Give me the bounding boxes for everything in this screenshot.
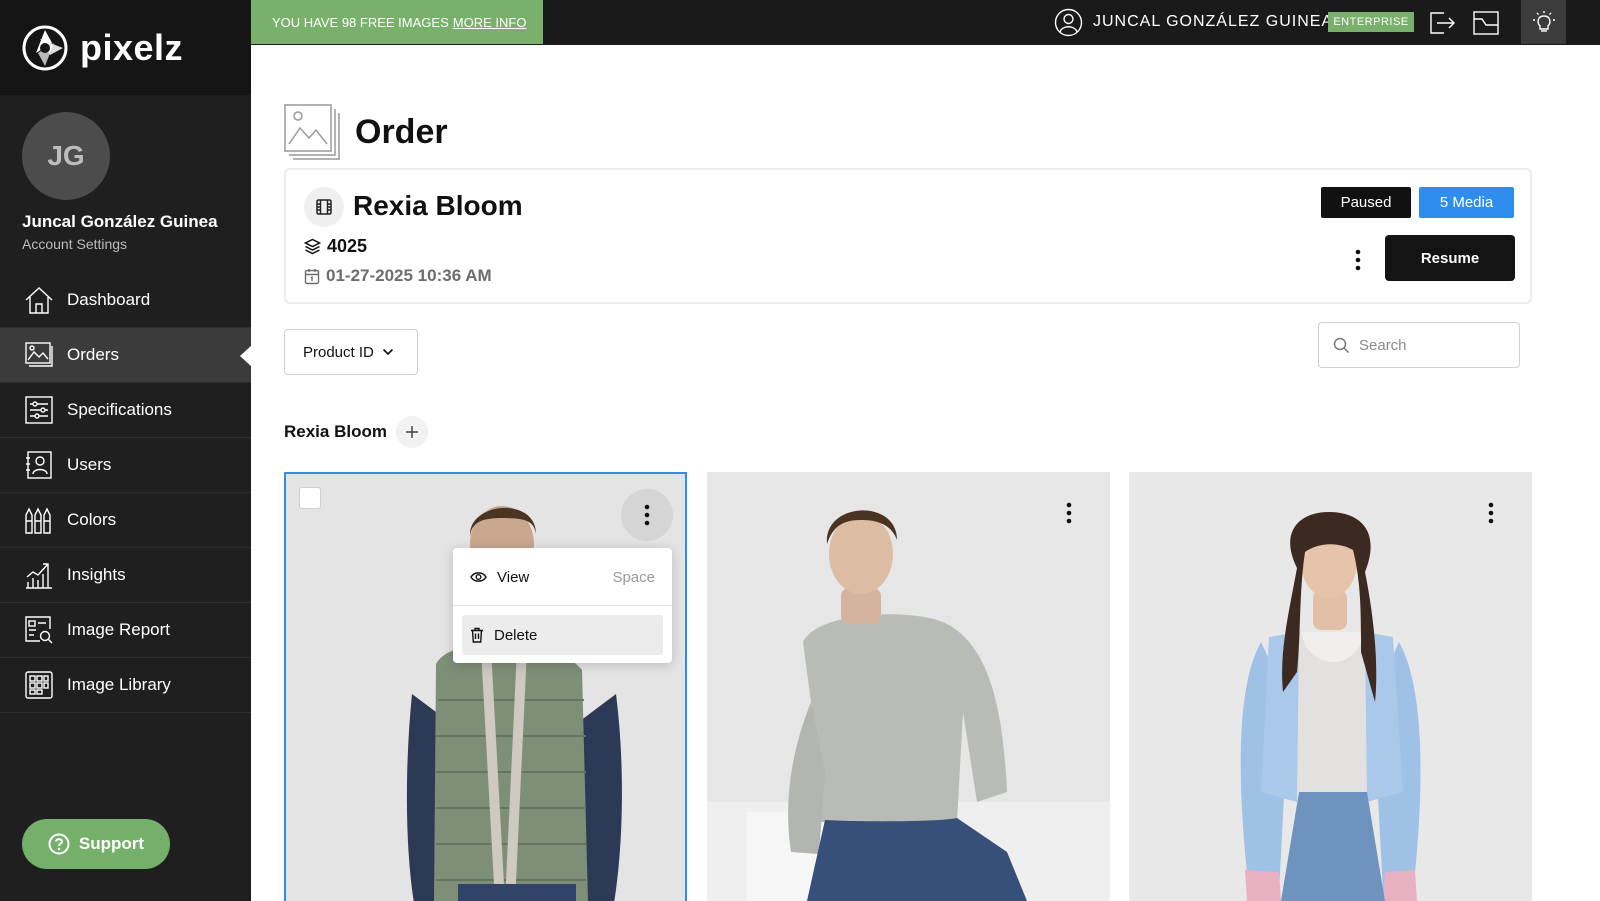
insights-icon [26,563,52,589]
context-menu-delete[interactable]: Delete [462,615,663,655]
inbox-icon[interactable] [1471,8,1501,38]
order-type-badge [304,187,344,227]
order-date: 01-27-2025 10:36 AM [304,266,492,286]
media-context-menu: View Space Delete [453,548,672,663]
product-id-filter[interactable]: Product ID [284,329,418,375]
context-menu-view-label: View [497,568,530,586]
chevron-down-icon [382,348,393,356]
order-images-icon [284,104,340,160]
layers-icon [304,238,321,255]
media-more-button[interactable] [1043,487,1095,539]
sidebar-item-label: Colors [67,510,117,529]
product-photo [286,474,685,901]
order-count: 4025 [304,236,367,257]
media-count-badge: 5 Media [1419,187,1514,218]
resume-button[interactable]: Resume [1385,235,1515,281]
sidebar-item-dashboard[interactable]: Dashboard [0,273,251,328]
topbar: YOU HAVE 98 FREE IMAGES MORE INFO JUNCAL… [251,0,1600,45]
media-tile[interactable] [707,472,1110,901]
status-badge: Paused [1321,187,1411,218]
plan-badge: ENTERPRISE [1328,12,1414,32]
search-box[interactable] [1318,322,1520,368]
media-tile[interactable] [1129,472,1532,901]
sidebar-item-label: Image Report [67,620,170,639]
sidebar-item-image-report[interactable]: Image Report [0,603,251,658]
search-input[interactable] [1359,336,1509,354]
orders-icon [25,342,53,367]
image-report-icon [25,616,53,644]
more-vertical-icon [1355,249,1361,271]
more-info-link[interactable]: MORE INFO [453,15,527,30]
free-images-banner: YOU HAVE 98 FREE IMAGES MORE INFO [251,0,543,44]
sidebar-item-label: Users [67,455,112,474]
order-name: Rexia Bloom [353,190,523,221]
logo-bar[interactable]: pixelz [0,0,251,95]
avatar[interactable]: JG [22,112,110,200]
eye-icon [470,572,487,582]
media-tile[interactable] [284,472,687,901]
order-count-value: 4025 [327,236,368,256]
sidebar: pixelz JG Juncal González Guinea Account… [0,0,252,901]
product-group-title: Rexia Bloom [284,422,387,441]
sidebar-item-label: Dashboard [67,290,151,309]
more-vertical-icon [1488,502,1494,524]
film-icon [316,199,332,215]
media-more-button[interactable] [1465,487,1517,539]
media-more-button[interactable] [621,489,673,541]
search-icon [1333,337,1350,353]
colors-icon [25,507,51,534]
logo-text: pixelz [80,26,184,68]
product-photo [707,472,1110,901]
order-date-value: 01-27-2025 10:36 AM [326,266,492,285]
context-menu-delete-label: Delete [494,626,538,644]
menu-divider [453,605,672,606]
sidebar-item-label: Image Library [67,675,171,694]
image-library-icon [25,671,53,699]
sidebar-item-orders[interactable]: Orders [0,328,252,383]
sidebar-user-name: Juncal González Guinea [22,212,218,231]
home-icon [25,287,53,314]
sidebar-item-colors[interactable]: Colors [0,493,251,548]
plus-icon [406,426,418,438]
support-button[interactable]: Support [22,819,170,869]
calendar-icon [304,268,320,284]
pixelz-logo-icon [22,25,68,70]
help-icon [48,833,70,855]
more-vertical-icon [644,504,650,526]
sidebar-item-specifications[interactable]: Specifications [0,383,251,438]
sidebar-item-insights[interactable]: Insights [0,548,251,603]
free-images-text: YOU HAVE 98 FREE IMAGES [272,14,449,30]
view-shortcut: Space [612,568,655,586]
sidebar-item-image-library[interactable]: Image Library [0,658,251,713]
product-photo [1129,472,1532,901]
theme-toggle-button[interactable] [1521,0,1566,44]
product-id-filter-label: Product ID [303,343,374,361]
user-icon[interactable] [1054,8,1083,37]
sidebar-nav: Dashboard Orders Specifications Users Co… [0,273,252,713]
page-title: Order [355,113,448,151]
media-select-checkbox[interactable] [299,487,321,509]
context-menu-view[interactable]: View Space [462,557,663,597]
scrollbar-gutter [1566,45,1600,901]
sidebar-item-label: Specifications [67,400,172,419]
support-label: Support [78,834,145,853]
add-product-button[interactable] [396,416,428,448]
top-user-name[interactable]: JUNCAL GONZÁLEZ GUINEA [1093,13,1333,31]
lightbulb-icon [1532,11,1555,32]
logout-icon[interactable] [1427,8,1457,38]
sidebar-item-users[interactable]: Users [0,438,251,493]
order-summary-card: Rexia Bloom 4025 01-27-2025 10:36 AM Pau… [284,168,1532,304]
sidebar-item-label: Insights [67,565,126,584]
specifications-icon [25,396,53,424]
users-icon [26,451,52,479]
trash-icon [471,627,483,643]
order-more-button[interactable] [1341,242,1375,278]
more-vertical-icon [1066,502,1072,524]
account-settings-link[interactable]: Account Settings [22,236,127,252]
sidebar-item-label: Orders [67,345,119,364]
